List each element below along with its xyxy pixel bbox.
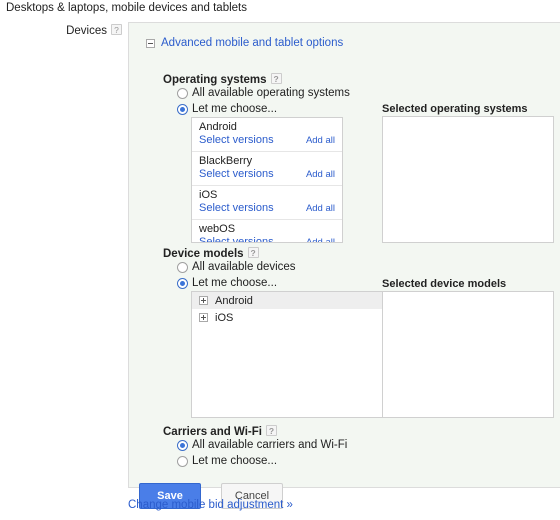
selected-operating-systems-heading: Selected operating systems	[382, 103, 528, 115]
radio-label: All available devices	[192, 261, 296, 273]
list-item[interactable]: webOS Select versions Add all	[192, 220, 342, 242]
list-item[interactable]: iOS Select versions Add all	[192, 186, 342, 220]
radio-os-let-me-choose[interactable]: Let me choose...	[177, 103, 277, 115]
devices-field-label-text: Devices	[66, 25, 107, 37]
os-name: Android	[199, 121, 237, 133]
collapse-minus-icon[interactable]	[146, 38, 155, 48]
os-actions: Select versions Add all	[199, 202, 335, 215]
operating-systems-list[interactable]: Android Select versions Add all BlackBer…	[191, 117, 343, 243]
selected-operating-systems-box[interactable]	[382, 116, 554, 243]
device-models-heading: Device models?	[163, 247, 259, 260]
radio-label: Let me choose...	[192, 103, 278, 115]
tree-row-label: Android	[215, 294, 253, 307]
select-versions-link[interactable]: Select versions	[199, 202, 274, 215]
devices-field-label: Devices?	[0, 24, 122, 37]
add-all-link[interactable]: Add all	[306, 202, 335, 215]
radio-label: All available operating systems	[192, 87, 350, 99]
os-actions: Select versions Add all	[199, 134, 335, 147]
page-title: Desktops & laptops, mobile devices and t…	[6, 2, 247, 14]
os-actions: Select versions Add all	[199, 168, 335, 181]
selected-device-models-box[interactable]	[382, 291, 554, 418]
carriers-wifi-heading: Carriers and Wi-Fi?	[163, 425, 277, 438]
operating-systems-heading-text: Operating systems	[163, 74, 267, 86]
radio-label: Let me choose...	[192, 455, 278, 467]
radio-label: Let me choose...	[192, 277, 278, 289]
carriers-wifi-heading-text: Carriers and Wi-Fi	[163, 426, 262, 438]
add-all-link[interactable]: Add all	[306, 236, 335, 242]
radio-indicator[interactable]	[177, 261, 188, 273]
radio-indicator[interactable]	[177, 277, 188, 289]
expand-plus-icon[interactable]	[199, 296, 208, 305]
os-name: BlackBerry	[199, 155, 253, 167]
radio-indicator[interactable]	[177, 455, 188, 467]
help-icon[interactable]: ?	[111, 24, 122, 35]
select-versions-link[interactable]: Select versions	[199, 134, 274, 147]
list-item[interactable]: BlackBerry Select versions Add all	[192, 152, 342, 186]
radio-indicator[interactable]	[177, 439, 188, 451]
expand-plus-icon[interactable]	[199, 313, 208, 322]
select-versions-link[interactable]: Select versions	[199, 168, 274, 181]
device-models-heading-text: Device models	[163, 248, 244, 260]
radio-devices-let-me-choose[interactable]: Let me choose...	[177, 277, 277, 289]
operating-systems-help-icon[interactable]: ?	[270, 73, 282, 84]
operating-systems-heading: Operating systems?	[163, 73, 282, 86]
device-models-help-icon[interactable]: ?	[247, 247, 259, 258]
select-versions-link[interactable]: Select versions	[199, 236, 274, 242]
radio-all-available-operating-systems[interactable]: All available operating systems	[177, 87, 350, 99]
radio-indicator[interactable]	[177, 87, 188, 99]
carriers-wifi-help-icon[interactable]: ?	[265, 425, 277, 436]
os-name: webOS	[199, 223, 236, 235]
selected-device-models-heading: Selected device models	[382, 278, 507, 290]
os-name: iOS	[199, 189, 218, 201]
radio-label: All available carriers and Wi-Fi	[192, 439, 348, 451]
advanced-options-panel: Advanced mobile and tablet options Opera…	[128, 22, 560, 509]
add-all-link[interactable]: Add all	[306, 134, 335, 147]
os-actions: Select versions Add all	[199, 236, 335, 242]
devices-targeting-screen: Desktops & laptops, mobile devices and t…	[0, 0, 560, 520]
radio-all-available-carriers-wifi[interactable]: All available carriers and Wi-Fi	[177, 439, 347, 451]
radio-all-available-devices[interactable]: All available devices	[177, 261, 296, 273]
add-all-link[interactable]: Add all	[306, 168, 335, 181]
change-mobile-bid-adjustment-link[interactable]: Change mobile bid adjustment »	[128, 499, 293, 511]
list-item[interactable]: Android Select versions Add all	[192, 118, 342, 152]
radio-indicator[interactable]	[177, 103, 188, 115]
radio-carriers-let-me-choose[interactable]: Let me choose...	[177, 455, 277, 467]
tree-row-label: iOS	[215, 311, 234, 324]
advanced-mobile-tablet-options-link[interactable]: Advanced mobile and tablet options	[161, 37, 343, 49]
advanced-options-header[interactable]: Advanced mobile and tablet options	[146, 37, 343, 49]
